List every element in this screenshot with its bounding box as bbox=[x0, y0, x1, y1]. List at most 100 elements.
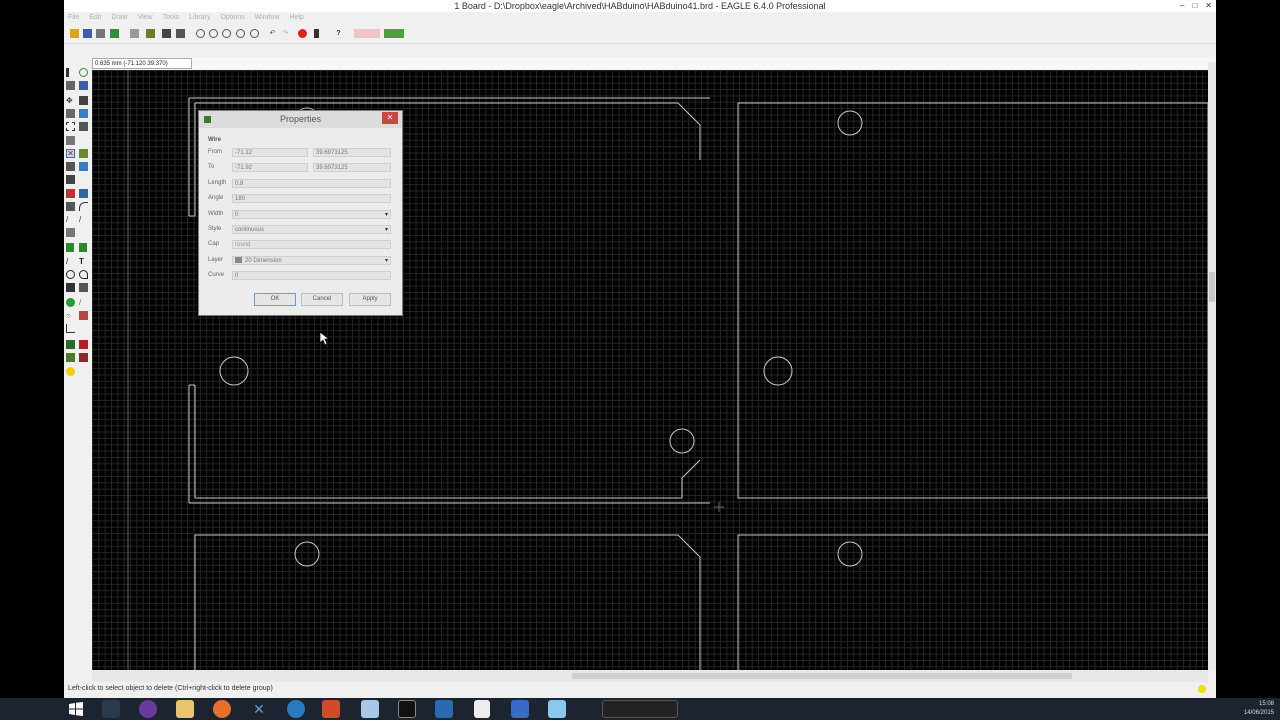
menu-draw[interactable]: Draw bbox=[111, 12, 127, 24]
arc-icon[interactable] bbox=[79, 270, 88, 279]
wire-icon[interactable]: / bbox=[66, 257, 75, 266]
mirror-icon[interactable] bbox=[66, 109, 75, 118]
script-icon[interactable] bbox=[162, 29, 171, 38]
recorder-icon[interactable] bbox=[602, 700, 678, 718]
attribute-icon[interactable] bbox=[79, 311, 88, 320]
vs-icon[interactable] bbox=[511, 700, 529, 718]
autorouter-icon[interactable] bbox=[79, 243, 87, 252]
pinswap-icon[interactable] bbox=[66, 162, 75, 171]
ripup-icon[interactable]: / bbox=[66, 215, 75, 224]
menu-window[interactable]: Window bbox=[255, 12, 280, 24]
ok-button[interactable]: OK bbox=[254, 293, 296, 306]
menu-tools[interactable]: Tools bbox=[163, 12, 179, 24]
menu-view[interactable]: View bbox=[138, 12, 153, 24]
pcb-quote-icon[interactable] bbox=[384, 29, 404, 38]
add-icon[interactable] bbox=[79, 149, 88, 158]
replace-icon[interactable] bbox=[79, 162, 88, 171]
hint-icon[interactable] bbox=[66, 367, 75, 376]
menu-library[interactable]: Library bbox=[189, 12, 210, 24]
width-dropdown[interactable]: 0 bbox=[232, 210, 391, 220]
menu-options[interactable]: Options bbox=[220, 12, 244, 24]
optimize-icon[interactable] bbox=[79, 189, 88, 198]
display-icon[interactable] bbox=[66, 81, 75, 90]
ulp-icon[interactable] bbox=[146, 29, 155, 38]
steam-icon[interactable] bbox=[102, 700, 120, 718]
change-icon[interactable] bbox=[79, 122, 88, 131]
group-icon[interactable] bbox=[66, 122, 75, 131]
paste-icon[interactable] bbox=[66, 136, 75, 145]
style-dropdown[interactable]: continuous bbox=[232, 225, 391, 235]
hole-icon[interactable]: ○ bbox=[66, 311, 75, 320]
help-icon[interactable]: ? bbox=[334, 29, 343, 38]
print-icon[interactable] bbox=[96, 29, 105, 38]
xilinx-icon[interactable]: ✕ bbox=[250, 700, 268, 718]
from-x-field[interactable]: -71.12 bbox=[232, 148, 308, 157]
paint-icon[interactable] bbox=[548, 700, 566, 718]
from-y-field[interactable]: 39.6973125 bbox=[313, 148, 391, 157]
minimize-button[interactable]: – bbox=[1180, 0, 1184, 12]
menu-file[interactable]: File bbox=[68, 12, 79, 24]
signal-icon[interactable]: / bbox=[79, 298, 88, 307]
curve-field[interactable]: 0 bbox=[232, 271, 391, 280]
firefox-icon[interactable] bbox=[213, 700, 231, 718]
dialog-close-button[interactable]: ✕ bbox=[382, 112, 398, 124]
zoom-fit-icon[interactable] bbox=[196, 29, 205, 38]
menu-help[interactable]: Help bbox=[290, 12, 304, 24]
dimension-icon[interactable] bbox=[66, 324, 75, 333]
drc-icon[interactable] bbox=[79, 340, 88, 349]
lock-icon[interactable] bbox=[66, 175, 75, 184]
notepad-icon[interactable] bbox=[361, 700, 379, 718]
via-icon[interactable] bbox=[66, 298, 75, 307]
move-icon[interactable]: ✥ bbox=[66, 96, 75, 105]
erc-icon[interactable] bbox=[66, 353, 75, 362]
acrobat-icon[interactable] bbox=[322, 700, 340, 718]
errors-icon[interactable] bbox=[79, 353, 88, 362]
cancel-button[interactable]: Cancel bbox=[301, 293, 343, 306]
go-icon[interactable] bbox=[314, 29, 319, 38]
horizontal-scrollbar[interactable] bbox=[92, 670, 1208, 682]
grid-icon[interactable] bbox=[176, 29, 185, 38]
menu-edit[interactable]: Edit bbox=[89, 12, 101, 24]
copy-icon[interactable] bbox=[79, 96, 88, 105]
delete-icon[interactable]: ✕ bbox=[66, 149, 75, 158]
zoom-in-icon[interactable] bbox=[209, 29, 218, 38]
layer-dropdown[interactable]: 20 Dimension bbox=[232, 256, 391, 266]
stop-icon[interactable] bbox=[298, 29, 307, 38]
rect-icon[interactable] bbox=[66, 283, 75, 292]
polygon-icon[interactable] bbox=[79, 283, 88, 292]
vertical-scrollbar[interactable] bbox=[1208, 62, 1216, 670]
horizontal-scroll-thumb[interactable] bbox=[572, 673, 1072, 679]
cam-icon[interactable] bbox=[110, 29, 119, 38]
name-icon[interactable] bbox=[66, 228, 75, 237]
route-icon[interactable] bbox=[66, 202, 75, 211]
mark-icon[interactable] bbox=[79, 81, 88, 90]
terminal-icon[interactable] bbox=[398, 700, 416, 718]
file-explorer-icon[interactable] bbox=[176, 700, 194, 718]
cursor-icon[interactable] bbox=[474, 700, 490, 718]
windows-start-icon[interactable] bbox=[67, 700, 85, 718]
redo-icon[interactable]: ↷ bbox=[281, 29, 290, 38]
zoom-out-icon[interactable] bbox=[222, 29, 231, 38]
ratsnest-icon[interactable] bbox=[66, 243, 74, 252]
split-icon[interactable] bbox=[66, 189, 75, 198]
maximize-button[interactable]: □ bbox=[1192, 0, 1197, 12]
save-icon[interactable] bbox=[83, 29, 92, 38]
inkscape-icon[interactable] bbox=[435, 700, 453, 718]
board-icon[interactable] bbox=[130, 29, 139, 38]
angle-field[interactable]: 180 bbox=[232, 194, 391, 203]
apply-button[interactable]: Apply bbox=[349, 293, 391, 306]
miter-icon[interactable] bbox=[79, 202, 88, 211]
text-icon[interactable]: T bbox=[79, 257, 88, 266]
route-auto-icon[interactable] bbox=[66, 340, 75, 349]
open-icon[interactable] bbox=[70, 29, 79, 38]
show-icon[interactable] bbox=[79, 68, 88, 77]
close-button[interactable]: ✕ bbox=[1205, 0, 1212, 12]
info-icon[interactable] bbox=[66, 68, 69, 77]
wifi-app-icon[interactable] bbox=[287, 700, 305, 718]
zoom-select-icon[interactable] bbox=[250, 29, 259, 38]
undo-icon[interactable]: ↶ bbox=[268, 29, 277, 38]
vertical-scroll-thumb[interactable] bbox=[1209, 272, 1215, 302]
to-y-field[interactable]: 39.6973125 bbox=[313, 163, 391, 172]
circle-icon[interactable] bbox=[66, 270, 75, 279]
rotate-icon[interactable] bbox=[79, 109, 88, 118]
